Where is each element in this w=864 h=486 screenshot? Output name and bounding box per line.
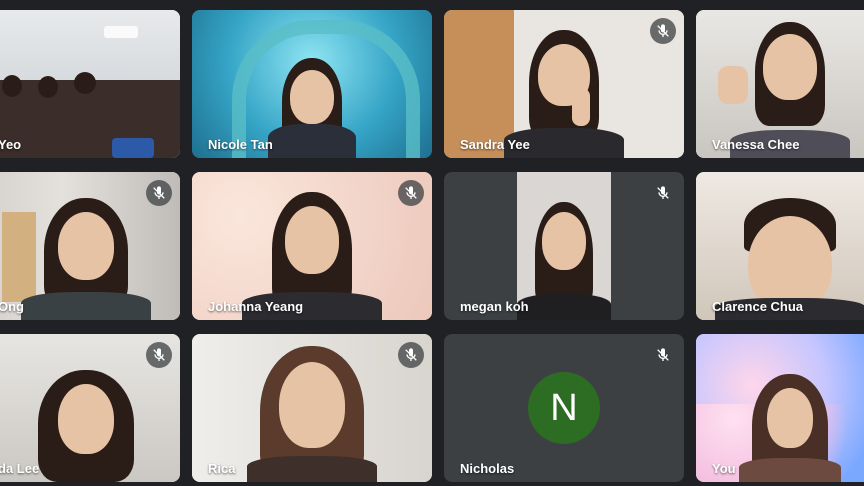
participant-name: Johanna Yeang <box>208 299 304 314</box>
participant-name: Vanessa Chee <box>712 137 800 152</box>
participant-tile-ong[interactable]: Ong <box>0 172 180 320</box>
participant-name: Rica <box>208 461 236 476</box>
mic-off-icon <box>146 342 172 368</box>
mic-off-icon <box>398 342 424 368</box>
avatar: N <box>528 372 600 444</box>
participant-tile-vanessa-chee[interactable]: Vanessa Chee <box>696 10 864 158</box>
participant-tile-da-lee[interactable]: da Lee <box>0 334 180 482</box>
participant-tile-yeo[interactable]: Yeo <box>0 10 180 158</box>
participant-name: Nicholas <box>460 461 515 476</box>
participant-tile-rica[interactable]: Rica <box>192 334 432 482</box>
participant-name: You <box>712 461 736 476</box>
participant-tile-sandra-yee[interactable]: Sandra Yee <box>444 10 684 158</box>
participant-name: da Lee <box>0 461 40 476</box>
participant-name: Ong <box>0 299 24 314</box>
participant-tile-nicholas[interactable]: N Nicholas <box>444 334 684 482</box>
participant-tile-nicole-tan[interactable]: Nicole Tan <box>192 10 432 158</box>
mic-off-icon <box>650 180 676 206</box>
participant-name: Clarence Chua <box>712 299 804 314</box>
participant-tile-you[interactable]: You <box>696 334 864 482</box>
mic-off-icon <box>398 180 424 206</box>
participant-name: megan koh <box>460 299 529 314</box>
mic-off-icon <box>650 18 676 44</box>
mic-off-icon <box>650 342 676 368</box>
participant-name: Nicole Tan <box>208 137 273 152</box>
participant-name: Sandra Yee <box>460 137 530 152</box>
mic-off-icon <box>146 180 172 206</box>
participant-name: Yeo <box>0 137 22 152</box>
participant-tile-clarence-chua[interactable]: Clarence Chua <box>696 172 864 320</box>
participant-tile-megan-koh[interactable]: megan koh <box>444 172 684 320</box>
participant-tile-johanna-yeang[interactable]: Johanna Yeang <box>192 172 432 320</box>
